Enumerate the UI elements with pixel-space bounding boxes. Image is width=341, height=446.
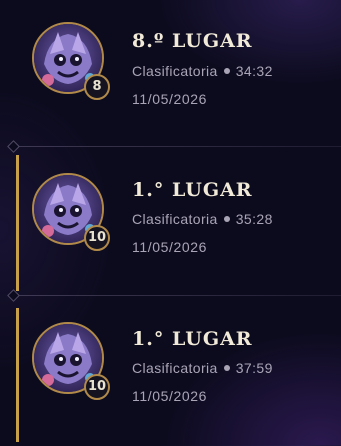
match-date: 11/05/2026	[132, 91, 208, 107]
level-badge: 8	[84, 74, 110, 100]
queue-type: Clasificatoria	[132, 63, 218, 79]
level-badge: 10	[84, 374, 110, 400]
match-duration: 37:59	[235, 360, 273, 376]
match-history-entry[interactable]: 10 1.° LUGAR Clasificatoria 37:59 11/05/2…	[0, 296, 341, 446]
match-info: Clasificatoria 35:28	[132, 211, 273, 227]
queue-type: Clasificatoria	[132, 360, 218, 376]
match-history-entry[interactable]: 10 1.° LUGAR Clasificatoria 35:28 11/05/2…	[0, 147, 341, 297]
separator-dot-icon	[223, 216, 230, 223]
placement-title: 1.° LUGAR	[132, 328, 253, 350]
match-date: 11/05/2026	[132, 239, 208, 255]
avatar: 10	[32, 322, 110, 400]
top-finish-indicator	[16, 308, 19, 442]
match-history-entry[interactable]: 8 8.º LUGAR Clasificatoria 34:32 11/05/20…	[0, 0, 341, 150]
match-info: Clasificatoria 34:32	[132, 63, 273, 79]
placement-title: 1.° LUGAR	[132, 179, 253, 201]
avatar: 10	[32, 173, 110, 251]
match-duration: 34:32	[235, 63, 273, 79]
match-info: Clasificatoria 37:59	[132, 360, 273, 376]
placement-title: 8.º LUGAR	[132, 30, 253, 52]
separator-dot-icon	[223, 68, 230, 75]
match-duration: 35:28	[235, 211, 273, 227]
top-finish-indicator	[16, 155, 19, 291]
match-date: 11/05/2026	[132, 388, 208, 404]
avatar: 8	[32, 22, 110, 100]
level-badge: 10	[84, 225, 110, 251]
queue-type: Clasificatoria	[132, 211, 218, 227]
separator-dot-icon	[223, 365, 230, 372]
